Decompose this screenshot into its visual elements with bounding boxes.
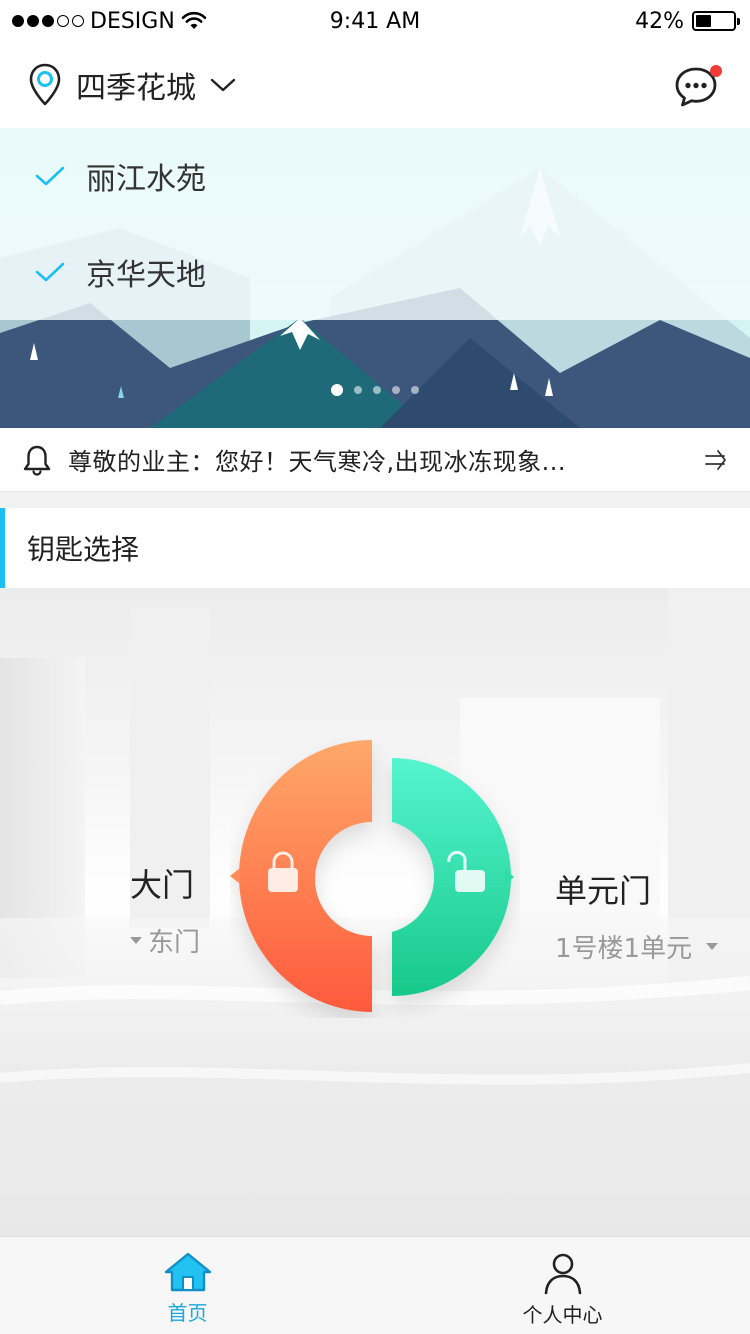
community-option-label: 丽江水苑: [86, 162, 206, 197]
arrow-right-icon[interactable]: [704, 449, 728, 471]
chevron-down-icon: [210, 78, 236, 92]
top-header: 四季花城: [0, 42, 750, 128]
banner-carousel[interactable]: 丽江水苑 京华天地: [0, 128, 750, 428]
caret-down-icon: [706, 943, 719, 950]
messages-button[interactable]: [674, 61, 722, 109]
tab-home[interactable]: 首页: [0, 1237, 375, 1334]
unit-door-unlock-button[interactable]: [392, 758, 514, 996]
main-gate-unlock-button[interactable]: [230, 740, 372, 1012]
main-gate-selector[interactable]: 大门 东门: [130, 860, 200, 959]
battery-fill: [696, 15, 712, 27]
battery-group: 42%: [635, 8, 740, 34]
carousel-dot[interactable]: [354, 386, 362, 394]
carousel-dot[interactable]: [392, 386, 400, 394]
current-community: 四季花城: [76, 71, 196, 106]
key-selection-area: 大门 东门 单元门 1号楼1单元: [0, 588, 750, 1236]
key-section-header: 钥匙选择: [0, 508, 750, 588]
bottom-tab-bar: 首页 个人中心: [0, 1236, 750, 1334]
notice-text: 尊敬的业主：您好！天气寒冷,出现冰冻现象...: [68, 448, 567, 476]
battery-percent: 42%: [635, 8, 684, 34]
map-pin-icon: [29, 63, 61, 106]
main-gate-dropdown[interactable]: 东门: [130, 922, 200, 959]
signal-strength-icon: [12, 15, 84, 27]
bell-icon: [23, 445, 51, 476]
community-dropdown: 丽江水苑 京华天地: [0, 128, 750, 320]
tab-label: 个人中心: [522, 1303, 603, 1327]
carrier-group: DESIGN: [12, 9, 207, 34]
carousel-indicator: [0, 384, 750, 396]
carousel-dot[interactable]: [331, 384, 343, 396]
main-gate-name: 大门: [130, 866, 195, 904]
community-option-label: 京华天地: [86, 258, 206, 293]
wifi-icon: [181, 11, 207, 29]
unread-badge: [710, 65, 722, 77]
main-gate-value: 东门: [148, 928, 201, 958]
check-icon: [35, 262, 65, 282]
key-unlock-dial: [230, 740, 514, 1012]
caret-down-icon: [130, 937, 142, 944]
unit-door-dropdown[interactable]: 1号楼1单元: [555, 928, 719, 965]
unit-door-value: 1号楼1单元: [555, 934, 693, 964]
community-option-1[interactable]: 丽江水苑: [0, 128, 750, 224]
community-option-2[interactable]: 京华天地: [0, 224, 750, 320]
user-icon: [544, 1253, 581, 1295]
home-icon: [164, 1252, 211, 1292]
carousel-dot[interactable]: [373, 386, 381, 394]
unit-door-name: 单元门: [555, 872, 652, 910]
accent-bar: [0, 508, 5, 588]
notice-bar[interactable]: 尊敬的业主：您好！天气寒冷,出现冰冻现象...: [0, 428, 750, 492]
carrier-name: DESIGN: [90, 8, 175, 34]
tab-profile[interactable]: 个人中心: [375, 1237, 750, 1334]
location-selector[interactable]: 四季花城: [28, 63, 236, 107]
battery-icon: [692, 11, 740, 31]
check-icon: [35, 166, 65, 186]
section-separator: [0, 492, 750, 508]
section-title: 钥匙选择: [27, 533, 140, 566]
carousel-dot[interactable]: [411, 386, 419, 394]
unit-door-selector[interactable]: 单元门 1号楼1单元: [555, 866, 719, 965]
status-bar: DESIGN 9:41 AM 42%: [0, 0, 750, 42]
tab-label: 首页: [167, 1301, 208, 1325]
